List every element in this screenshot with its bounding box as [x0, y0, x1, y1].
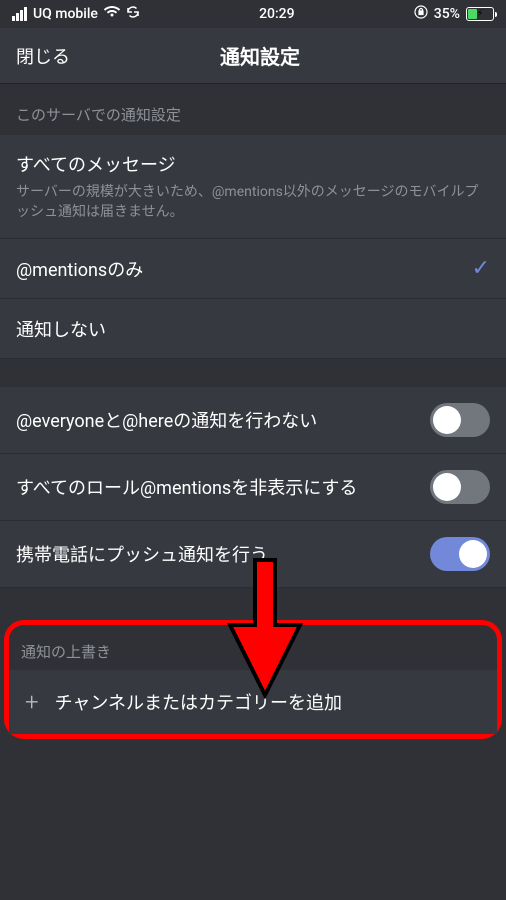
highlight-annotation: 通知の上書き + チャンネルまたはカテゴリーを追加	[4, 620, 502, 739]
plus-icon: +	[25, 688, 39, 716]
signal-icon	[12, 7, 27, 21]
status-time: 20:29	[259, 6, 295, 22]
option-label: @everyoneと@hereの通知を行わない	[16, 407, 430, 433]
section-header-override: 通知の上書き	[9, 625, 497, 670]
carrier-name: UQ mobile	[33, 6, 98, 22]
mobile-push-toggle[interactable]	[430, 537, 490, 571]
page-title: 通知設定	[30, 41, 490, 70]
battery-icon: ⚡︎	[466, 7, 494, 21]
option-label: @mentionsのみ	[16, 256, 472, 282]
option-label: 携帯電話にプッシュ通知を行う	[16, 541, 430, 567]
battery-percent: 35%	[434, 6, 460, 22]
header: 閉じる 通知設定	[0, 28, 506, 84]
suppress-everyone-row[interactable]: @everyoneと@hereの通知を行わない	[0, 387, 506, 454]
orientation-lock-icon	[414, 5, 428, 23]
wifi-icon	[104, 6, 120, 22]
suppress-roles-toggle[interactable]	[430, 470, 490, 504]
section-header-server: このサーバでの通知設定	[0, 84, 506, 135]
status-left: UQ mobile	[12, 5, 140, 23]
option-label: すべてのロール@mentionsを非表示にする	[16, 474, 430, 500]
add-label: チャンネルまたはカテゴリーを追加	[55, 689, 342, 715]
add-channel-row[interactable]: + チャンネルまたはカテゴリーを追加	[9, 670, 497, 734]
option-label: すべてのメッセージ	[16, 151, 490, 177]
notification-option-mentions[interactable]: @mentionsのみ ✓	[0, 239, 506, 299]
status-bar: UQ mobile 20:29 35% ⚡︎	[0, 0, 506, 28]
notification-option-none[interactable]: 通知しない	[0, 299, 506, 359]
option-sublabel: サーバーの規模が大きいため、@mentions以外のメッセージのモバイルプッシュ…	[16, 183, 490, 222]
mobile-push-row[interactable]: 携帯電話にプッシュ通知を行う	[0, 521, 506, 588]
suppress-everyone-toggle[interactable]	[430, 403, 490, 437]
notification-option-all[interactable]: すべてのメッセージ サーバーの規模が大きいため、@mentions以外のメッセー…	[0, 135, 506, 239]
check-icon: ✓	[472, 256, 490, 281]
suppress-roles-row[interactable]: すべてのロール@mentionsを非表示にする	[0, 454, 506, 521]
sync-icon	[126, 5, 140, 23]
status-right: 35% ⚡︎	[414, 5, 494, 23]
option-label: 通知しない	[16, 316, 490, 342]
